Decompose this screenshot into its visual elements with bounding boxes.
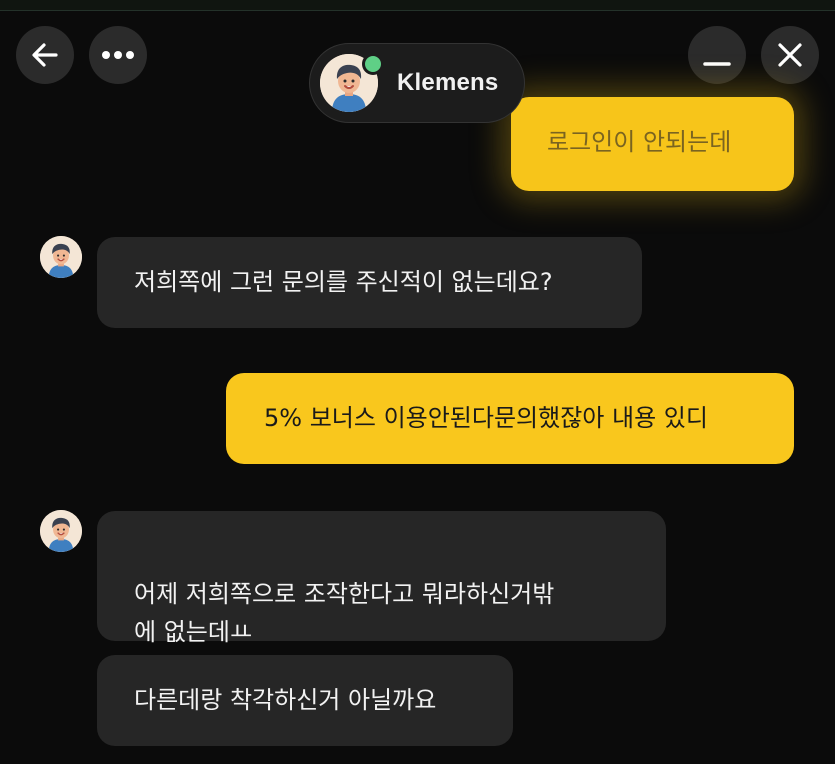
online-status-indicator — [362, 53, 384, 75]
message-text: 저희쪽에 그런 문의를 주신적이 없는데요? — [134, 268, 553, 296]
close-button[interactable] — [761, 26, 819, 84]
close-icon — [775, 40, 805, 70]
contact-name: Klemens — [397, 69, 499, 96]
message-text: 다른데랑 착각하신거 아닐까요 — [134, 686, 437, 714]
message-bubble-outgoing: 로그인이 안되는데 — [511, 97, 794, 191]
message-bubble-incoming: 저희쪽에 그런 문의를 주신적이 없는데요? — [97, 237, 642, 328]
status-strip — [0, 0, 835, 11]
agent-avatar — [40, 510, 82, 552]
minimize-icon — [702, 40, 732, 70]
message-text: 로그인이 안되는데 — [547, 128, 732, 156]
message-text: 5% 보너스 이용안된다문의했잖아 내용 있디 — [264, 404, 708, 432]
message-bubble-incoming: 다른데랑 착각하신거 아닐까요 — [97, 655, 513, 746]
chat-screen: 로그인이 안되는데 Klemens 저희쪽에 그런 문의를 주신적이 없는데요?… — [0, 0, 835, 764]
ellipsis-icon — [101, 50, 135, 60]
message-bubble-outgoing: 5% 보너스 이용안된다문의했잖아 내용 있디 — [226, 373, 794, 464]
agent-avatar — [40, 236, 82, 278]
more-options-button[interactable] — [89, 26, 147, 84]
minimize-button[interactable] — [688, 26, 746, 84]
contact-header[interactable]: Klemens — [309, 43, 525, 123]
back-button[interactable] — [16, 26, 74, 84]
message-bubble-incoming: 어제 저희쪽으로 조작한다고 뭐라하신거밖 에 없는데ㅛ — [97, 511, 666, 646]
message-text: 어제 저희쪽으로 조작한다고 뭐라하신거밖 에 없는데ㅛ — [134, 580, 555, 646]
arrow-left-icon — [30, 40, 60, 70]
